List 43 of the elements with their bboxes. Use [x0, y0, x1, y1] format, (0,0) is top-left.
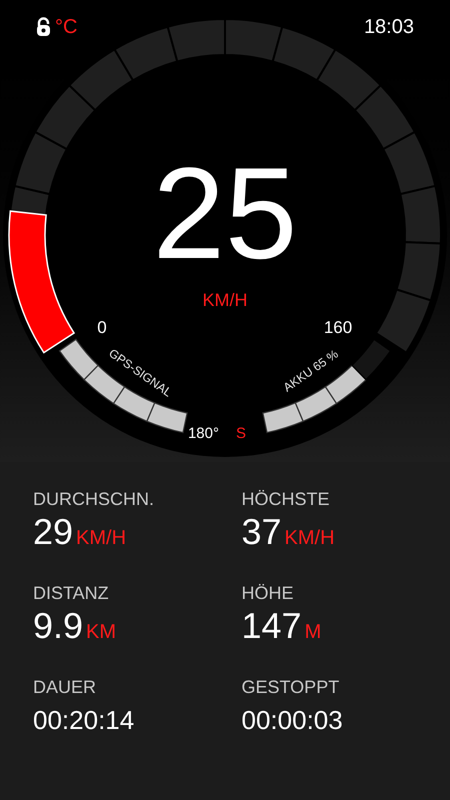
- gauge-segment: [354, 84, 416, 150]
- stat-unit: KM/H: [284, 526, 335, 551]
- gauge-segment: [382, 130, 436, 196]
- stat-label: HÖCHSTE: [242, 488, 331, 510]
- heading-degrees: 180°: [188, 425, 219, 442]
- stat-value: 37: [242, 512, 282, 552]
- stat-label: DURCHSCHN.: [33, 488, 155, 510]
- gauge-segment: [316, 48, 382, 112]
- stat-value: 147: [242, 606, 302, 646]
- speed-unit: KM/H: [202, 290, 248, 310]
- stat-label: DISTANZ: [33, 582, 110, 604]
- gauge-segment: [14, 130, 68, 196]
- lock-icon: [36, 17, 51, 37]
- bar-segment: [262, 402, 304, 434]
- gauge-segment: [374, 288, 432, 354]
- stat-label: DAUER: [33, 676, 98, 698]
- stat-unit: KM: [86, 620, 116, 645]
- stat-value: 29: [33, 512, 74, 552]
- gauge-segment: [224, 18, 284, 62]
- stat-unit: M: [304, 620, 322, 645]
- bar-segment: [146, 402, 188, 434]
- gauge-segment: [68, 48, 134, 112]
- scale-min: 0: [97, 318, 107, 337]
- heading-direction: S: [236, 425, 246, 442]
- gauge-segment: [272, 26, 336, 82]
- stat-value: 9.9: [33, 606, 84, 646]
- speed-value: 25: [152, 140, 298, 286]
- temperature-unit: °C: [55, 15, 78, 40]
- gauge-segment: [114, 26, 178, 82]
- stat-value: 00:00:03: [242, 704, 343, 737]
- bar-segment: [351, 338, 392, 380]
- stat-label: GESTOPPT: [242, 676, 340, 698]
- gauge-segment: [399, 184, 442, 244]
- stat-value: 00:20:14: [33, 704, 134, 737]
- scale-max: 160: [324, 318, 352, 337]
- bar-segment: [324, 364, 367, 404]
- clock-time: 18:03: [364, 15, 414, 40]
- stat-unit: KM/H: [76, 526, 126, 551]
- gauge-segment: [34, 84, 96, 150]
- stat-label: HÖHE: [242, 582, 295, 604]
- gauge-segment: [396, 241, 442, 302]
- gauge-segment: [166, 18, 226, 62]
- bar-segment: [58, 338, 99, 380]
